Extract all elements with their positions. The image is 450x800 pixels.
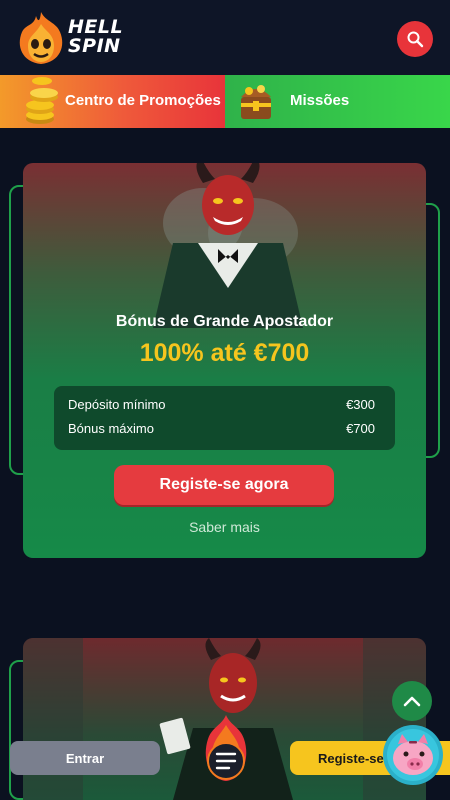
register-now-button[interactable]: Registe-se agora	[114, 465, 334, 505]
bonus-details: Depósito mínimo €300 Bónus máximo €700	[54, 386, 395, 450]
detail-value: €700	[346, 421, 375, 436]
piggy-bank-icon	[383, 725, 443, 785]
scroll-top-button[interactable]	[392, 681, 432, 721]
chevron-up-icon	[403, 696, 421, 707]
menu-button[interactable]	[200, 713, 252, 783]
nav-promotions-label: Centro de Promoções	[65, 92, 221, 109]
logo-text: HELL SPIN	[68, 16, 124, 57]
detail-row-min-deposit: Depósito mínimo €300	[68, 397, 375, 417]
menu-icon	[205, 715, 247, 781]
header: HELL SPIN	[0, 0, 450, 75]
treasure-chest-icon	[241, 85, 271, 119]
nav-missions-label: Missões	[290, 92, 350, 109]
detail-row-max-bonus: Bónus máximo €700	[68, 421, 375, 441]
bonus-title: Bónus de Grande Apostador	[115, 313, 334, 330]
detail-label: Bónus máximo	[68, 421, 154, 436]
hellspin-logo[interactable]: HELL SPIN	[16, 10, 136, 66]
flame-icon	[19, 12, 63, 64]
bonus-offer: 100% até €700	[139, 339, 310, 367]
promo-nav: Centro de Promoções Missões	[0, 75, 450, 128]
learn-more-link[interactable]: Saber mais	[23, 519, 426, 535]
detail-value: €300	[346, 397, 375, 412]
login-button[interactable]: Entrar	[10, 741, 160, 775]
piggy-bank-button[interactable]	[382, 724, 444, 786]
search-button[interactable]	[397, 21, 433, 57]
bonus-card: Bónus de Grande Apostador 100% até €700 …	[23, 163, 426, 558]
devil-character-illustration	[153, 163, 303, 328]
nav-missions[interactable]: Missões	[225, 75, 450, 128]
search-icon	[407, 31, 424, 48]
nav-promotions-center[interactable]: Centro de Promoções	[0, 75, 225, 128]
detail-label: Depósito mínimo	[68, 397, 166, 412]
